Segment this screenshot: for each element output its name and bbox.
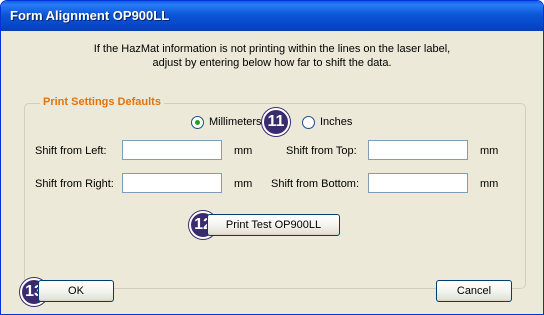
millimeters-radio-button[interactable] [191,115,204,129]
print-settings-legend: Print Settings Defaults [40,96,164,108]
callout-badge-11: 11 [262,108,290,136]
intro-line-1: If the HazMat information is not printin… [93,43,451,55]
dialog-body: If the HazMat information is not printin… [4,31,540,311]
window-title: Form Alignment OP900LL [10,8,170,23]
shift-left-label: Shift from Left: [35,145,107,157]
shift-bottom-unit: mm [480,178,499,190]
shift-bottom-input[interactable] [368,173,468,193]
inches-radio-option[interactable]: Inches [302,114,352,130]
title-bar[interactable]: Form Alignment OP900LL [1,1,543,31]
ok-button[interactable]: OK [38,280,114,302]
shift-right-unit: mm [234,178,253,190]
intro-line-2: adjust by entering below how far to shif… [152,57,392,69]
millimeters-label: Millimeters [209,116,262,128]
shift-bottom-label: Shift from Bottom: [271,178,360,190]
shift-right-input[interactable] [122,173,222,193]
shift-top-input[interactable] [368,140,468,160]
inches-radio-button[interactable] [302,115,315,129]
dialog-window: Form Alignment OP900LL If the HazMat inf… [0,0,544,315]
shift-left-unit: mm [234,145,253,157]
shift-top-unit: mm [480,145,499,157]
shift-left-input[interactable] [122,140,222,160]
print-test-button[interactable]: Print Test OP900LL [207,214,340,236]
intro-text: If the HazMat information is not printin… [4,42,540,70]
cancel-button[interactable]: Cancel [436,280,512,302]
millimeters-radio-option[interactable]: Millimeters [191,114,262,130]
shift-right-label: Shift from Right: [35,178,114,190]
shift-top-label: Shift from Top: [286,145,357,157]
inches-label: Inches [320,116,353,128]
